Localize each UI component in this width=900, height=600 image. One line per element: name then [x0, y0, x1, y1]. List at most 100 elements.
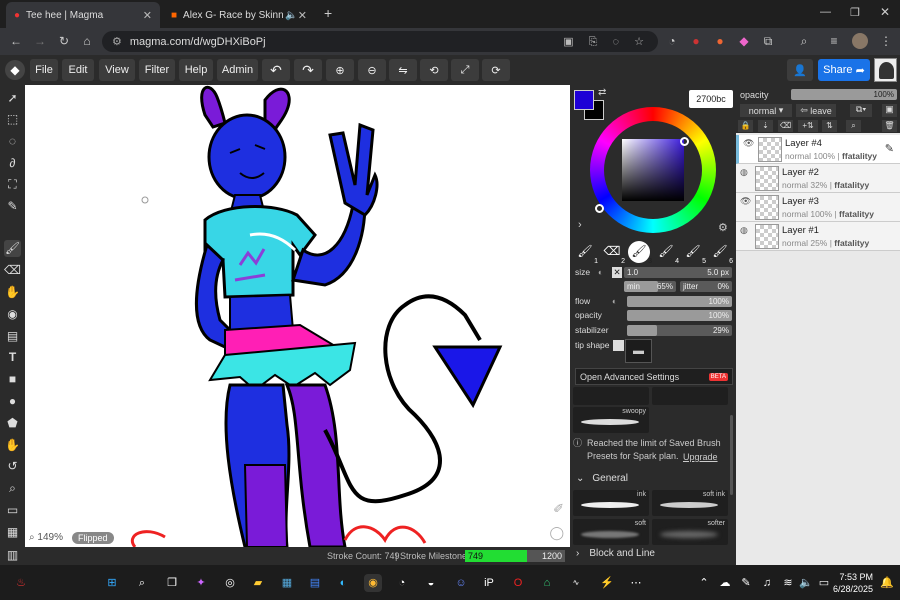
jitter-slider[interactable]: jitter 0% — [680, 281, 732, 292]
notification-icon[interactable]: 🔔 — [878, 574, 896, 592]
swap-colors-icon[interactable]: ⇄ — [598, 87, 606, 98]
menu-edit[interactable]: Edit — [62, 59, 94, 81]
brush-preset-slot[interactable]: 🖌 1 — [574, 241, 598, 265]
new-layer-icon[interactable]: ▣ — [882, 104, 897, 117]
tip-shape-checkbox[interactable] — [613, 340, 624, 351]
brush-preset-slot[interactable]: 🖌 4 — [655, 241, 679, 265]
visibility-icon[interactable]: 👁 — [743, 138, 754, 149]
clock[interactable]: 7:53 PM 6/28/2025 — [833, 571, 873, 595]
start-icon[interactable]: ⊞ — [103, 574, 121, 592]
paint-bucket-icon[interactable]: ◉ — [4, 306, 21, 323]
layer-opacity-slider[interactable]: 100% — [791, 89, 897, 100]
pressure-icon[interactable]: ◐ — [598, 267, 603, 277]
app-icon[interactable]: ◔ — [393, 574, 411, 592]
primary-color-swatch[interactable] — [574, 90, 594, 110]
eraser-icon[interactable]: ⌫ — [4, 262, 21, 279]
flatten-icon[interactable]: ⇅ — [822, 120, 837, 132]
pen-icon[interactable]: ✎ — [737, 574, 755, 592]
brush-preset-card[interactable] — [573, 387, 649, 405]
lock-icon[interactable]: 🔒 — [738, 120, 753, 132]
menu-filter[interactable]: Filter — [139, 59, 175, 81]
tip-shape-preview[interactable]: ▬ — [625, 339, 652, 363]
app-icon[interactable]: ⚡ — [598, 574, 616, 592]
rotate-view-icon[interactable]: ↺ — [4, 458, 21, 475]
chevron-right-icon[interactable]: › — [578, 219, 582, 231]
layer-row[interactable]: 👁 Layer #4 normal 100% | ffatalityy ✎ — [736, 135, 900, 164]
extension-icon[interactable]: ● — [712, 33, 728, 49]
redo-icon[interactable]: ↷ — [294, 59, 322, 81]
brush-preset-swoopy[interactable]: swoopy — [573, 407, 649, 433]
search-icon[interactable]: ⌕ — [133, 574, 151, 592]
edge-icon[interactable]: ◐ — [334, 574, 352, 592]
hand-icon[interactable]: ✋ — [4, 437, 21, 454]
home-icon[interactable]: ⌂ — [79, 33, 95, 49]
share-button[interactable]: Share ➦ — [818, 59, 870, 81]
min-slider[interactable]: min 65% — [624, 281, 676, 292]
merge-icon[interactable]: +⇅ — [798, 120, 818, 132]
layer-row[interactable]: ◍ Layer #1 normal 25% | ffatalityy — [736, 222, 900, 251]
flipped-badge[interactable]: Flipped — [72, 532, 114, 544]
new-tab-button[interactable]: + — [324, 5, 332, 21]
color-wheel[interactable] — [590, 107, 716, 233]
flow-slider[interactable]: 100% — [627, 296, 732, 307]
brush-icon[interactable]: 🖌 — [4, 240, 21, 257]
file-explorer-icon[interactable]: ▰ — [249, 574, 267, 592]
tab-soundcloud[interactable]: ■ Alex G- Race by SkinnyNSt 🔈 ✕ — [163, 2, 315, 28]
brush-preset-slot[interactable]: 🖌 3 — [628, 241, 652, 265]
extension-icon[interactable]: ◔ — [664, 33, 680, 49]
scrollbar[interactable] — [730, 415, 733, 495]
rect-select-icon[interactable]: ⬚ — [4, 111, 21, 128]
ibis-paint-icon[interactable]: iP — [480, 574, 498, 592]
brush-preset-softer[interactable]: softer — [652, 519, 728, 545]
rectangle-icon[interactable]: ■ — [4, 371, 21, 388]
opacity-slider[interactable]: 100% — [627, 310, 732, 321]
copilot-icon[interactable]: ✦ — [192, 574, 210, 592]
layer-row[interactable]: 👁 Layer #3 normal 100% | ffatalityy — [736, 193, 900, 222]
hue-handle[interactable] — [595, 204, 604, 213]
zoom-level[interactable]: ⌕ 149% — [29, 532, 63, 543]
general-section-header[interactable]: ⌄ General — [576, 473, 628, 484]
brush-preset-soft-ink[interactable]: soft ink — [652, 490, 728, 516]
weather-widget-icon[interactable]: ♨ — [12, 574, 30, 592]
magma-logo-icon[interactable]: ◆ — [5, 60, 25, 80]
move-down-icon[interactable]: ⇣ — [758, 120, 773, 132]
color-picker-handle[interactable] — [680, 137, 689, 146]
gradient-icon[interactable]: ▤ — [4, 328, 21, 345]
tray-icon[interactable]: ♫ — [758, 574, 776, 592]
profile-avatar[interactable] — [852, 33, 868, 49]
site-info-icon[interactable]: ⚙ — [112, 35, 122, 48]
menu-help[interactable]: Help — [179, 59, 213, 81]
visibility-icon[interactable]: 👁 — [740, 196, 751, 207]
drawing-canvas[interactable]: ⌕ 149% Flipped ✐ ◯ — [25, 85, 570, 547]
visibility-icon[interactable]: ◍ — [740, 225, 748, 236]
pen-icon[interactable]: ✐ — [553, 501, 564, 517]
brush-preset-slot[interactable]: 🖌 6 — [709, 241, 733, 265]
menu-file[interactable]: File — [30, 59, 58, 81]
puzzle-icon[interactable]: ⧉ — [760, 33, 776, 49]
ellipse-select-icon[interactable]: ◌ — [4, 133, 21, 150]
discord-icon[interactable]: ☺ — [452, 574, 470, 592]
app-icon[interactable]: ⌂ — [538, 574, 556, 592]
store-icon[interactable]: ▦ — [278, 574, 296, 592]
brush-preset-card[interactable] — [652, 387, 728, 405]
ellipse-icon[interactable]: ● — [4, 393, 21, 410]
user-avatar[interactable] — [874, 58, 897, 82]
undo-icon[interactable]: ↶ — [262, 59, 290, 81]
stabilizer-slider[interactable]: 29% — [627, 325, 732, 336]
lasso-icon[interactable]: ∂ — [4, 155, 21, 172]
close-icon[interactable]: ✕ — [298, 9, 307, 22]
menu-icon[interactable]: ⋮ — [878, 33, 894, 49]
url-input[interactable]: ⚙ magma.com/d/wgDHXiBoPj ▣ ⎘ ◌ ☆ — [102, 31, 658, 52]
back-icon[interactable]: ← — [8, 33, 24, 49]
brush-preset-slot[interactable]: ⌫ 2 — [601, 241, 625, 265]
trash-icon[interactable]: 🗑 — [882, 120, 897, 132]
smudge-icon[interactable]: ✋ — [4, 284, 21, 301]
forward-icon[interactable]: → — [32, 33, 48, 49]
fullscreen-icon[interactable]: ⤢ — [451, 59, 479, 81]
reload-icon[interactable]: ↻ — [56, 33, 72, 49]
close-window-button[interactable]: ✕ — [880, 5, 890, 19]
saturation-square[interactable] — [622, 139, 684, 201]
brush-preset-slot[interactable]: 🖌 5 — [682, 241, 706, 265]
reading-list-icon[interactable]: ≡ — [826, 33, 842, 49]
upgrade-link[interactable]: Upgrade — [683, 452, 718, 462]
